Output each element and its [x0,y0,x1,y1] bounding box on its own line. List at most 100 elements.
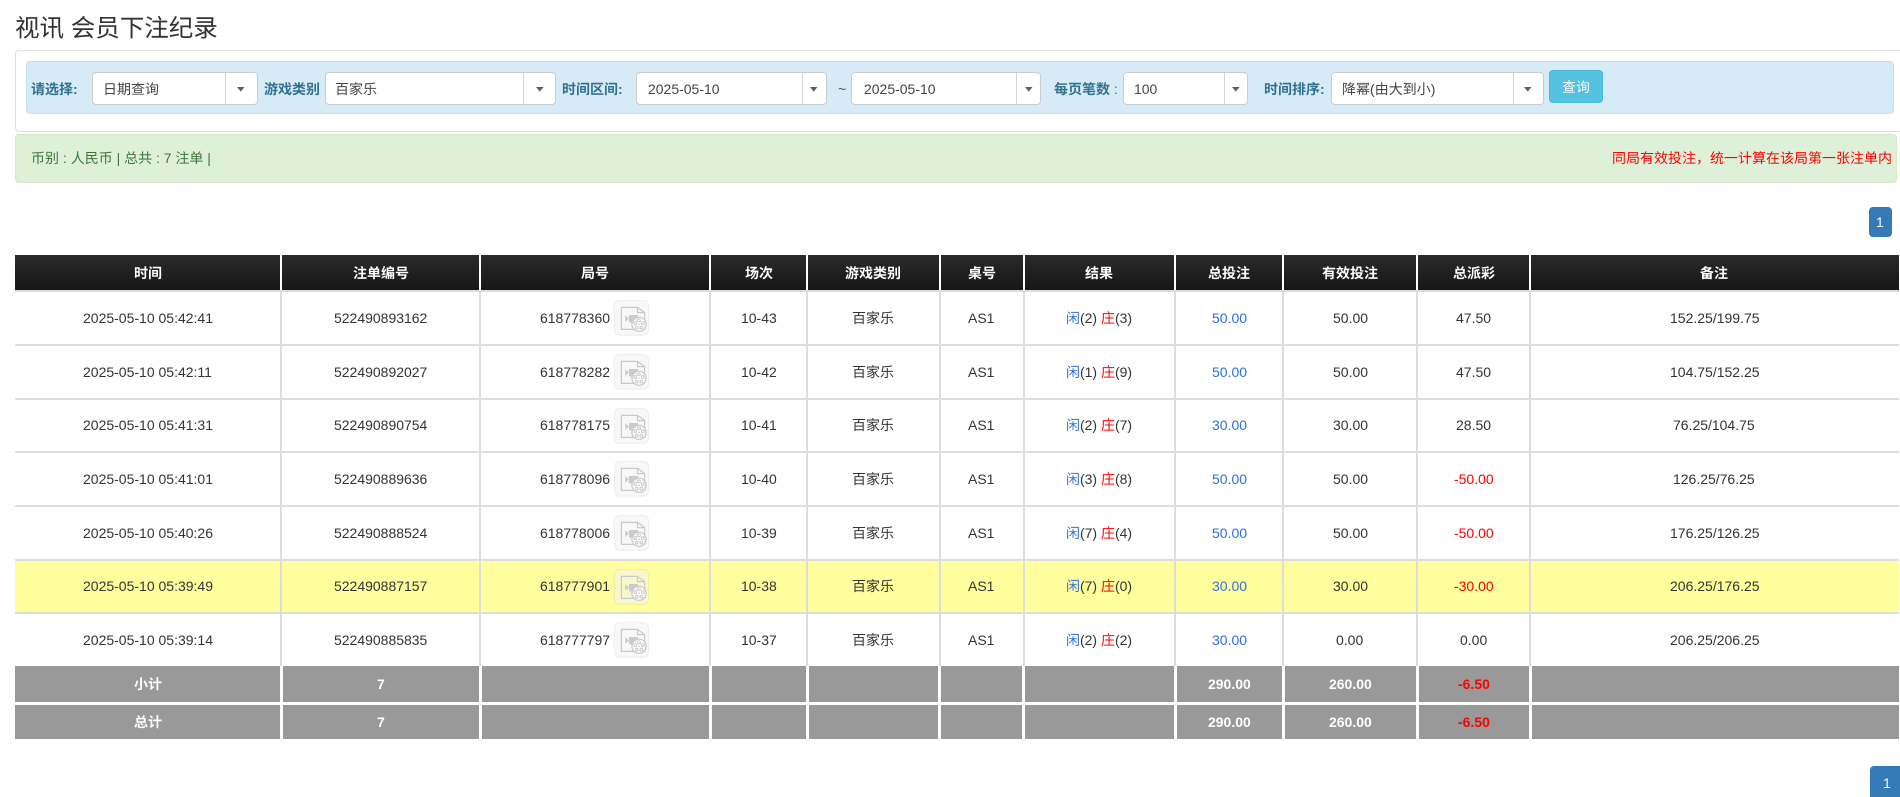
svg-text:(7): (7) [1115,417,1132,433]
svg-text:50.00: 50.00 [1212,471,1247,487]
svg-text:522490890754: 522490890754 [334,417,428,433]
svg-text:522490889636: 522490889636 [334,471,428,487]
svg-text:2025-05-10 05:41:01: 2025-05-10 05:41:01 [83,471,213,487]
svg-text:290.00: 290.00 [1208,676,1251,692]
svg-text:50.00: 50.00 [1333,471,1368,487]
svg-text:100: 100 [1134,80,1158,96]
svg-text:0.00: 0.00 [1336,632,1363,648]
svg-text:30.00: 30.00 [1212,417,1247,433]
svg-text:(0): (0) [1115,578,1132,594]
svg-text:2025-05-10 05:40:26: 2025-05-10 05:40:26 [83,525,213,541]
svg-text:(9): (9) [1115,364,1132,380]
svg-text:2025-05-10 05:41:31: 2025-05-10 05:41:31 [83,417,213,433]
svg-text:(2): (2) [1080,632,1101,648]
svg-text::: : [618,80,623,96]
svg-text:: 7: : 7 [152,150,175,166]
svg-text:618777901: 618777901 [540,578,610,594]
svg-text:-50.00: -50.00 [1454,525,1494,541]
svg-text:30.00: 30.00 [1212,578,1247,594]
svg-text:10-39: 10-39 [741,525,777,541]
svg-text:10-41: 10-41 [741,417,777,433]
svg-text:50.00: 50.00 [1333,525,1368,541]
svg-text:126.25/76.25: 126.25/76.25 [1673,471,1755,487]
svg-text:10-42: 10-42 [741,364,777,380]
svg-text:(2): (2) [1080,310,1101,326]
svg-text:(7): (7) [1080,525,1101,541]
svg-text:10-43: 10-43 [741,310,777,326]
svg-text:(8): (8) [1115,471,1132,487]
svg-text:AS1: AS1 [968,525,995,541]
svg-text:AS1: AS1 [968,471,995,487]
svg-text:10-37: 10-37 [741,632,777,648]
svg-text:2025-05-10 05:42:11: 2025-05-10 05:42:11 [83,364,212,380]
svg-text:(1): (1) [1080,364,1101,380]
svg-text:522490888524: 522490888524 [334,525,428,541]
svg-text::: : [1320,80,1325,96]
svg-text::: : [59,150,71,166]
svg-text:-30.00: -30.00 [1454,578,1494,594]
svg-text:152.25/199.75: 152.25/199.75 [1670,310,1760,326]
svg-text:2025-05-10 05:39:14: 2025-05-10 05:39:14 [83,632,213,648]
svg-text::: : [73,80,78,96]
svg-text::: : [1110,80,1122,96]
svg-text:260.00: 260.00 [1329,714,1372,730]
svg-text:50.00: 50.00 [1333,310,1368,326]
svg-text:618778175: 618778175 [540,417,610,433]
svg-text:522490892027: 522490892027 [334,364,428,380]
svg-text:-6.50: -6.50 [1458,714,1490,730]
svg-text:30.00: 30.00 [1333,578,1368,594]
svg-text:50.00: 50.00 [1212,364,1247,380]
svg-text:10-40: 10-40 [741,471,777,487]
svg-text:(2): (2) [1115,632,1132,648]
svg-text:104.75/152.25: 104.75/152.25 [1670,364,1760,380]
svg-text:AS1: AS1 [968,632,995,648]
svg-text:618778096: 618778096 [540,471,610,487]
svg-text:(3): (3) [1080,471,1101,487]
svg-text:30.00: 30.00 [1212,632,1247,648]
svg-text:2025-05-10: 2025-05-10 [864,80,936,96]
svg-text:7: 7 [377,676,385,692]
svg-text:2025-05-10 05:39:49: 2025-05-10 05:39:49 [83,578,213,594]
svg-text:AS1: AS1 [968,364,995,380]
svg-text:~: ~ [838,80,846,96]
svg-text:(3): (3) [1115,310,1132,326]
svg-text:7: 7 [377,714,385,730]
svg-text:2025-05-10 05:42:41: 2025-05-10 05:42:41 [83,310,213,326]
svg-text:260.00: 260.00 [1329,676,1372,692]
svg-text:-6.50: -6.50 [1458,676,1490,692]
svg-text:(2): (2) [1080,417,1101,433]
svg-text:|: | [112,150,123,166]
svg-text:): ) [1431,80,1436,96]
svg-text:10-38: 10-38 [741,578,777,594]
svg-text:50.00: 50.00 [1212,310,1247,326]
svg-text:206.25/176.25: 206.25/176.25 [1670,578,1760,594]
svg-text:522490887157: 522490887157 [334,578,428,594]
svg-text:618778282: 618778282 [540,364,610,380]
svg-text:AS1: AS1 [968,310,995,326]
svg-text:618778006: 618778006 [540,525,610,541]
svg-text:176.25/126.25: 176.25/126.25 [1670,525,1760,541]
svg-text:0.00: 0.00 [1460,632,1487,648]
svg-text:76.25/104.75: 76.25/104.75 [1673,417,1755,433]
svg-text:522490893162: 522490893162 [334,310,428,326]
svg-text:|: | [203,150,211,166]
svg-text:-50.00: -50.00 [1454,471,1494,487]
svg-text:47.50: 47.50 [1456,310,1491,326]
svg-text:618777797: 618777797 [540,632,610,648]
svg-text:290.00: 290.00 [1208,714,1251,730]
svg-text:522490885835: 522490885835 [334,632,428,648]
svg-text:1: 1 [1883,775,1891,791]
svg-text:AS1: AS1 [968,417,995,433]
svg-text:1: 1 [1876,214,1884,230]
svg-text:2025-05-10: 2025-05-10 [648,80,720,96]
svg-text:AS1: AS1 [968,578,995,594]
svg-text:50.00: 50.00 [1333,364,1368,380]
svg-text:(4): (4) [1115,525,1132,541]
svg-text:30.00: 30.00 [1333,417,1368,433]
svg-text:28.50: 28.50 [1456,417,1491,433]
svg-text:50.00: 50.00 [1212,525,1247,541]
svg-text:47.50: 47.50 [1456,364,1491,380]
svg-text:618778360: 618778360 [540,310,610,326]
svg-text:(7): (7) [1080,578,1101,594]
svg-text:206.25/206.25: 206.25/206.25 [1670,632,1760,648]
